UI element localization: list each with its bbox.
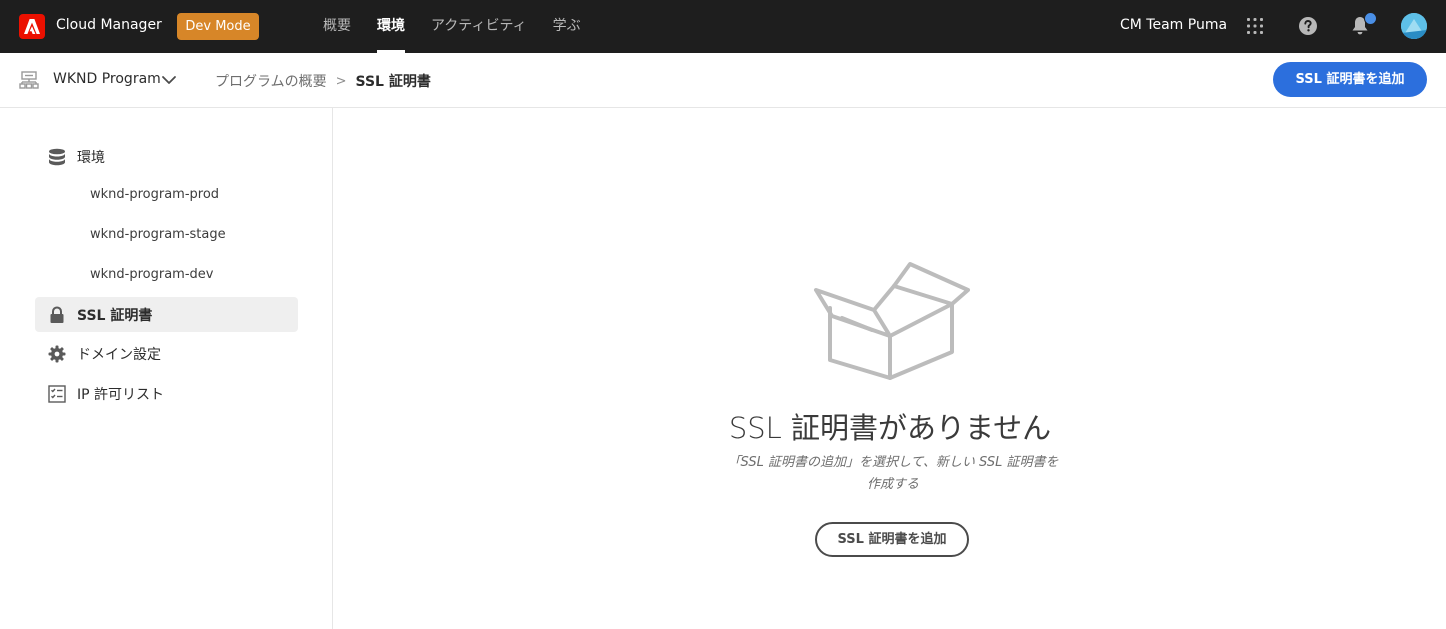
top-nav: 概要 環境 アクティビティ 学ぶ xyxy=(323,0,607,53)
empty-box-illustration xyxy=(812,260,972,384)
rail-env-stage[interactable]: wknd-program-stage xyxy=(90,227,226,242)
dev-mode-badge[interactable]: Dev Mode xyxy=(177,13,259,40)
program-header: WKND Program プログラムの概要 > SSL 証明書 SSL 証明書を… xyxy=(0,53,1446,108)
checklist-icon xyxy=(48,384,66,403)
program-icon xyxy=(19,70,39,90)
rail-item-label: ドメイン設定 xyxy=(77,346,161,363)
breadcrumb-separator: > xyxy=(335,73,347,89)
add-ssl-certificate-button[interactable]: SSL 証明書を追加 xyxy=(1273,62,1427,97)
user-avatar[interactable] xyxy=(1401,13,1427,39)
left-rail: 環境 wknd-program-prod wknd-program-stage … xyxy=(0,108,333,629)
empty-state: SSL 証明書がありません 「SSL 証明書の追加」を選択して、新しい SSL … xyxy=(334,108,1446,629)
rail-item-ssl-certificates[interactable]: SSL 証明書 xyxy=(35,297,298,332)
tab-environments[interactable]: 環境 xyxy=(377,0,405,53)
breadcrumb: プログラムの概要 > SSL 証明書 xyxy=(215,71,431,91)
shell-bar: Cloud Manager Dev Mode 概要 環境 アクティビティ 学ぶ … xyxy=(0,0,1446,53)
rail-env-prod[interactable]: wknd-program-prod xyxy=(90,187,219,202)
app-switcher-icon[interactable] xyxy=(1243,14,1267,38)
gear-icon xyxy=(48,345,66,363)
breadcrumb-current: SSL 証明書 xyxy=(355,74,431,90)
empty-state-title: SSL 証明書がありません xyxy=(728,411,1052,445)
rail-env-dev[interactable]: wknd-program-dev xyxy=(90,267,213,282)
breadcrumb-program-overview[interactable]: プログラムの概要 xyxy=(215,71,327,91)
empty-state-description: 「SSL 証明書の追加」を選択して、新しい SSL 証明書を作成する xyxy=(727,455,1059,492)
rail-item-domain-settings[interactable]: ドメイン設定 xyxy=(35,336,298,371)
org-switcher[interactable]: CM Team Puma xyxy=(1120,17,1227,33)
chevron-down-icon[interactable] xyxy=(161,72,177,88)
tab-learn[interactable]: 学ぶ xyxy=(553,0,581,53)
adobe-logo-icon[interactable] xyxy=(19,14,45,39)
database-icon xyxy=(48,148,66,166)
help-icon[interactable] xyxy=(1296,14,1320,38)
notification-dot xyxy=(1364,12,1377,25)
app-name[interactable]: Cloud Manager xyxy=(56,17,162,33)
rail-item-label: IP 許可リスト xyxy=(77,386,165,403)
tab-activity[interactable]: アクティビティ xyxy=(431,0,527,53)
empty-state-add-certificate-button[interactable]: SSL 証明書を追加 xyxy=(815,522,969,557)
program-switcher[interactable]: WKND Program xyxy=(53,71,161,87)
tab-overview[interactable]: 概要 xyxy=(323,0,351,53)
rail-item-label: 環境 xyxy=(77,149,105,166)
rail-item-ip-allowlist[interactable]: IP 許可リスト xyxy=(35,376,298,411)
lock-icon xyxy=(48,305,66,324)
rail-item-label: SSL 証明書 xyxy=(77,307,153,324)
rail-item-environments[interactable]: 環境 xyxy=(35,139,298,174)
